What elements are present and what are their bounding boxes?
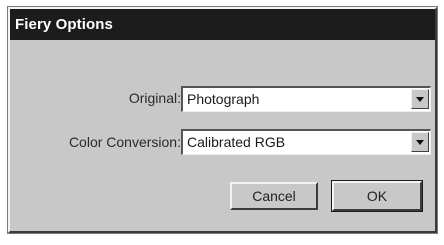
ok-button[interactable]: OK	[331, 180, 423, 212]
fiery-options-dialog: Fiery Options Original: Photograph Color…	[7, 6, 438, 234]
original-label: Original:	[128, 90, 181, 106]
chevron-down-icon[interactable]	[411, 132, 429, 152]
color-conversion-dropdown-value: Calibrated RGB	[187, 134, 286, 150]
cancel-button[interactable]: Cancel	[230, 182, 318, 210]
color-conversion-dropdown[interactable]: Calibrated RGB	[181, 129, 431, 155]
chevron-down-icon[interactable]	[411, 89, 429, 109]
original-dropdown-value: Photograph	[187, 91, 260, 107]
color-conversion-label: Color Conversion:	[68, 134, 181, 150]
window-title: Fiery Options	[10, 9, 435, 40]
original-dropdown[interactable]: Photograph	[181, 86, 431, 112]
